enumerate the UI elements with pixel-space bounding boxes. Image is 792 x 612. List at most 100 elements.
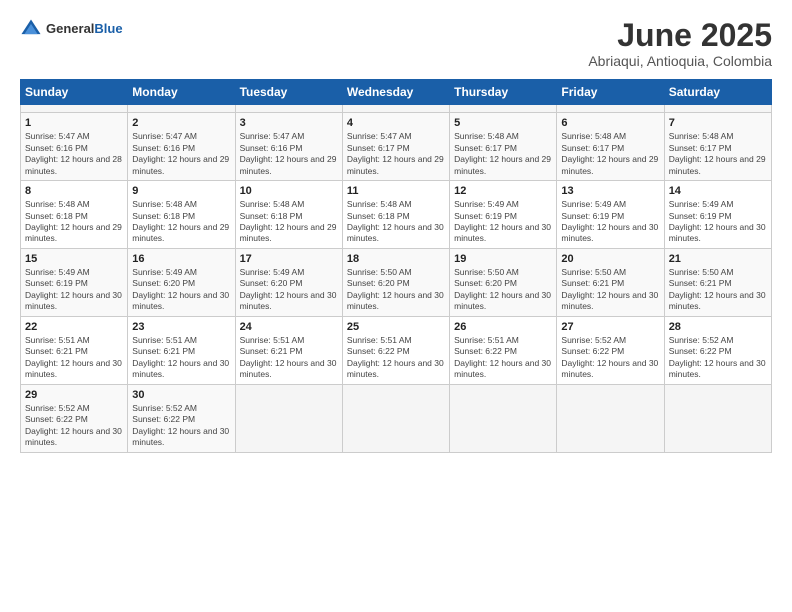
day-number: 4: [347, 117, 445, 129]
calendar-cell: 9 Sunrise: 5:48 AMSunset: 6:18 PMDaylight…: [128, 181, 235, 249]
calendar-cell: 1 Sunrise: 5:47 AMSunset: 6:16 PMDaylight…: [21, 113, 128, 181]
day-detail: Sunrise: 5:49 AMSunset: 6:20 PMDaylight:…: [240, 267, 338, 313]
day-detail: Sunrise: 5:49 AMSunset: 6:20 PMDaylight:…: [132, 267, 230, 313]
day-number: 19: [454, 253, 552, 265]
calendar-cell: 21Sunrise: 5:50 AMSunset: 6:21 PMDayligh…: [664, 248, 771, 316]
day-number: 22: [25, 321, 123, 333]
calendar-cell: [342, 105, 449, 113]
calendar-cell: 25Sunrise: 5:51 AMSunset: 6:22 PMDayligh…: [342, 316, 449, 384]
calendar-cell: 23Sunrise: 5:51 AMSunset: 6:21 PMDayligh…: [128, 316, 235, 384]
day-number: 3: [240, 117, 338, 129]
day-number: 16: [132, 253, 230, 265]
day-detail: Sunrise: 5:51 AMSunset: 6:22 PMDaylight:…: [454, 335, 552, 381]
calendar-header-tuesday: Tuesday: [235, 80, 342, 105]
calendar-cell: 2Sunrise: 5:47 AMSunset: 6:16 PMDaylight…: [128, 113, 235, 181]
day-detail: Sunrise: 5:52 AMSunset: 6:22 PMDaylight:…: [25, 403, 123, 449]
calendar-cell: [557, 384, 664, 452]
calendar-header-sunday: Sunday: [21, 80, 128, 105]
location-title: Abriaqui, Antioquia, Colombia: [588, 53, 772, 69]
calendar-cell: 22 Sunrise: 5:51 AMSunset: 6:21 PMDayligh…: [21, 316, 128, 384]
day-number: 10: [240, 185, 338, 197]
calendar-cell: [664, 105, 771, 113]
month-title: June 2025: [588, 18, 772, 53]
calendar-cell: 15 Sunrise: 5:49 AMSunset: 6:19 PMDayligh…: [21, 248, 128, 316]
calendar-cell: [21, 105, 128, 113]
day-number: 8: [25, 185, 123, 197]
day-detail: Sunrise: 5:52 AMSunset: 6:22 PMDaylight:…: [669, 335, 767, 381]
day-number: 17: [240, 253, 338, 265]
day-number: 20: [561, 253, 659, 265]
day-number: 7: [669, 117, 767, 129]
calendar-cell: 7Sunrise: 5:48 AMSunset: 6:17 PMDaylight…: [664, 113, 771, 181]
calendar-cell: [128, 105, 235, 113]
calendar-cell: 6Sunrise: 5:48 AMSunset: 6:17 PMDaylight…: [557, 113, 664, 181]
calendar-cell: [342, 384, 449, 452]
calendar-cell: 3 Sunrise: 5:47 AMSunset: 6:16 PMDaylight…: [235, 113, 342, 181]
day-number: 25: [347, 321, 445, 333]
calendar-header-wednesday: Wednesday: [342, 80, 449, 105]
calendar-cell: [450, 105, 557, 113]
day-number: 11: [347, 185, 445, 197]
calendar-week-row: 22 Sunrise: 5:51 AMSunset: 6:21 PMDayligh…: [21, 316, 772, 384]
day-number: 27: [561, 321, 659, 333]
day-number: 6: [561, 117, 659, 129]
day-number: 24: [240, 321, 338, 333]
calendar-cell: [235, 384, 342, 452]
calendar-week-row: 1 Sunrise: 5:47 AMSunset: 6:16 PMDaylight…: [21, 113, 772, 181]
day-number: 29: [25, 389, 123, 401]
calendar-header-saturday: Saturday: [664, 80, 771, 105]
day-detail: Sunrise: 5:49 AMSunset: 6:19 PMDaylight:…: [669, 199, 767, 245]
day-number: 12: [454, 185, 552, 197]
calendar-week-row: 8 Sunrise: 5:48 AMSunset: 6:18 PMDaylight…: [21, 181, 772, 249]
calendar-cell: 8 Sunrise: 5:48 AMSunset: 6:18 PMDaylight…: [21, 181, 128, 249]
calendar-week-row: 15 Sunrise: 5:49 AMSunset: 6:19 PMDayligh…: [21, 248, 772, 316]
day-detail: Sunrise: 5:47 AMSunset: 6:16 PMDaylight:…: [240, 131, 338, 177]
calendar-header-thursday: Thursday: [450, 80, 557, 105]
day-detail: Sunrise: 5:51 AMSunset: 6:21 PMDaylight:…: [132, 335, 230, 381]
day-detail: Sunrise: 5:51 AMSunset: 6:21 PMDaylight:…: [25, 335, 123, 381]
calendar-header-friday: Friday: [557, 80, 664, 105]
calendar-table: SundayMondayTuesdayWednesdayThursdayFrid…: [20, 79, 772, 452]
calendar-cell: 28Sunrise: 5:52 AMSunset: 6:22 PMDayligh…: [664, 316, 771, 384]
calendar-cell: 20 Sunrise: 5:50 AMSunset: 6:21 PMDayligh…: [557, 248, 664, 316]
logo: GeneralBlue: [20, 18, 123, 40]
calendar-cell: [450, 384, 557, 452]
logo-icon: [20, 18, 42, 40]
day-number: 15: [25, 253, 123, 265]
page: GeneralBlue June 2025 Abriaqui, Antioqui…: [0, 0, 792, 612]
day-detail: Sunrise: 5:50 AMSunset: 6:20 PMDaylight:…: [454, 267, 552, 313]
calendar-cell: 24 Sunrise: 5:51 AMSunset: 6:21 PMDayligh…: [235, 316, 342, 384]
title-block: June 2025 Abriaqui, Antioquia, Colombia: [588, 18, 772, 69]
day-detail: Sunrise: 5:48 AMSunset: 6:18 PMDaylight:…: [25, 199, 123, 245]
day-detail: Sunrise: 5:48 AMSunset: 6:18 PMDaylight:…: [132, 199, 230, 245]
day-detail: Sunrise: 5:50 AMSunset: 6:21 PMDaylight:…: [669, 267, 767, 313]
day-detail: Sunrise: 5:49 AMSunset: 6:19 PMDaylight:…: [454, 199, 552, 245]
day-detail: Sunrise: 5:49 AMSunset: 6:19 PMDaylight:…: [561, 199, 659, 245]
calendar-cell: [664, 384, 771, 452]
day-detail: Sunrise: 5:47 AMSunset: 6:16 PMDaylight:…: [25, 131, 123, 177]
day-number: 1: [25, 117, 123, 129]
calendar-cell: 19 Sunrise: 5:50 AMSunset: 6:20 PMDayligh…: [450, 248, 557, 316]
calendar-cell: 17 Sunrise: 5:49 AMSunset: 6:20 PMDayligh…: [235, 248, 342, 316]
day-number: 2: [132, 117, 230, 129]
day-detail: Sunrise: 5:48 AMSunset: 6:18 PMDaylight:…: [347, 199, 445, 245]
calendar-week-row: 29 Sunrise: 5:52 AMSunset: 6:22 PMDayligh…: [21, 384, 772, 452]
calendar-cell: 16 Sunrise: 5:49 AMSunset: 6:20 PMDayligh…: [128, 248, 235, 316]
day-detail: Sunrise: 5:47 AMSunset: 6:17 PMDaylight:…: [347, 131, 445, 177]
day-number: 30: [132, 389, 230, 401]
calendar-cell: 29 Sunrise: 5:52 AMSunset: 6:22 PMDayligh…: [21, 384, 128, 452]
day-number: 9: [132, 185, 230, 197]
day-number: 13: [561, 185, 659, 197]
day-detail: Sunrise: 5:48 AMSunset: 6:17 PMDaylight:…: [454, 131, 552, 177]
calendar-cell: 14Sunrise: 5:49 AMSunset: 6:19 PMDayligh…: [664, 181, 771, 249]
calendar-week-row: [21, 105, 772, 113]
day-detail: Sunrise: 5:50 AMSunset: 6:21 PMDaylight:…: [561, 267, 659, 313]
calendar-cell: [235, 105, 342, 113]
day-detail: Sunrise: 5:49 AMSunset: 6:19 PMDaylight:…: [25, 267, 123, 313]
day-detail: Sunrise: 5:50 AMSunset: 6:20 PMDaylight:…: [347, 267, 445, 313]
day-detail: Sunrise: 5:51 AMSunset: 6:21 PMDaylight:…: [240, 335, 338, 381]
calendar-cell: 4 Sunrise: 5:47 AMSunset: 6:17 PMDaylight…: [342, 113, 449, 181]
calendar-cell: 27Sunrise: 5:52 AMSunset: 6:22 PMDayligh…: [557, 316, 664, 384]
calendar-cell: 18Sunrise: 5:50 AMSunset: 6:20 PMDayligh…: [342, 248, 449, 316]
calendar-cell: [557, 105, 664, 113]
